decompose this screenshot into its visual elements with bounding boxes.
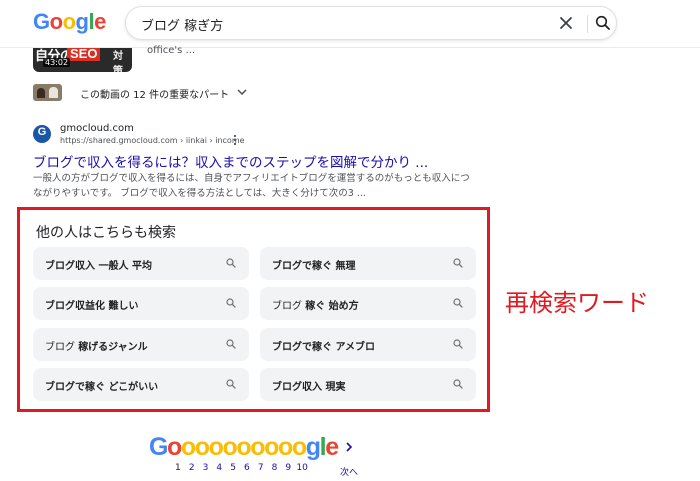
search-icon (226, 298, 236, 308)
related-search-chip[interactable]: ブログ収入 現実 (260, 368, 476, 401)
search-input[interactable]: ブログ 稼ぎ方 (141, 15, 223, 34)
page-link[interactable]: 4 (212, 463, 226, 473)
page-link[interactable]: 6 (240, 463, 254, 473)
pagination-pages: 1 2 3 4 5 6 7 8 9 10 (171, 463, 309, 473)
related-search-label: ブログ 稼げるジャンル (45, 342, 148, 353)
related-search-chip[interactable]: ブログで稼ぐ 無理 (260, 247, 476, 280)
search-icon (226, 379, 236, 389)
logo-letter: o (49, 9, 63, 34)
video-duration: 43:02 (43, 58, 71, 67)
google-logo[interactable]: Google (33, 9, 106, 35)
related-search-chip[interactable]: ブログ収入 一般人 平均 (33, 247, 249, 280)
logo-letter: g (75, 9, 89, 34)
page-link[interactable]: 3 (199, 463, 213, 473)
key-moment-thumbnail (33, 84, 62, 101)
logo-letter: e (94, 9, 106, 34)
logo-letter: o (62, 9, 76, 34)
search-icon (226, 258, 236, 268)
pager-logo-letter: e (325, 433, 339, 461)
related-search-chip[interactable]: ブログ収益化 難しい (33, 287, 249, 320)
result-title-link[interactable]: ブログで収入を得るには？収入までのステップを図解で分かり ... (33, 151, 428, 171)
pager-logo-letter: o (250, 433, 265, 461)
related-search-label: ブログで稼ぐ どこがいい (45, 382, 159, 393)
header: Google ブログ 稼ぎ方 (0, 0, 700, 48)
video-thumbnail[interactable]: 自分の SEO 対策 43:02 (33, 48, 132, 72)
site-name: gmocloud.com (60, 123, 134, 134)
chevron-right-icon[interactable] (344, 440, 354, 454)
pager-logo-letter: o (180, 433, 196, 461)
page-link[interactable]: 7 (254, 463, 268, 473)
pager-logo-letter: o (194, 433, 210, 461)
search-box[interactable]: ブログ 稼ぎ方 (125, 6, 617, 40)
related-search-label: ブログで稼ぐ アメブロ (272, 342, 375, 353)
key-moments-label: この動画の 12 件の重要なパート (80, 90, 230, 101)
search-icon (453, 258, 463, 268)
search-icon (453, 298, 463, 308)
pager-logo-letter: o (167, 433, 182, 461)
related-searches-heading: 他の人はこちらも検索 (36, 225, 176, 241)
search-icon[interactable] (593, 13, 613, 33)
next-page-link[interactable]: 次へ (340, 465, 358, 478)
chevron-down-icon[interactable] (236, 86, 248, 98)
related-search-chip[interactable]: ブログで稼ぐ アメブロ (260, 328, 476, 361)
pager-logo-letter: G (149, 433, 168, 461)
pager-logo-letter: o (236, 433, 251, 461)
page-link[interactable]: 2 (185, 463, 199, 473)
pager-logo-letter: o (208, 433, 224, 461)
related-search-label: ブログ収入 一般人 平均 (45, 261, 152, 272)
more-options-icon[interactable] (232, 134, 238, 146)
related-search-label: ブログ収益化 難しい (45, 301, 139, 312)
pager-logo-letter: o (291, 433, 307, 461)
page-link[interactable]: 5 (226, 463, 240, 473)
pagination-logo: Goooooooooogle (149, 433, 339, 462)
related-search-chip[interactable]: ブログ 稼げるジャンル (33, 328, 249, 361)
close-icon[interactable] (556, 13, 576, 33)
related-search-label: ブログ 稼ぐ 始め方 (272, 301, 359, 312)
related-search-label: ブログで稼ぐ 無理 (272, 261, 356, 272)
search-divider (587, 15, 588, 33)
page-link[interactable]: 8 (268, 463, 282, 473)
thumbnail-sub-text: 対策 (113, 51, 123, 72)
current-page: 1 (175, 463, 181, 473)
pager-logo-letter: g (305, 433, 321, 461)
related-search-chip[interactable]: ブログで稼ぐ どこがいい (33, 368, 249, 401)
video-channel: office's ... (147, 45, 196, 56)
pager-logo-letter: o (222, 433, 238, 461)
page-link[interactable]: 9 (281, 463, 295, 473)
related-searches-highlight: 他の人はこちらも検索 ブログ収入 一般人 平均 ブログで稼ぐ 無理ブログ収益化 難… (17, 207, 490, 412)
search-icon (453, 339, 463, 349)
search-icon (226, 339, 236, 349)
logo-letter: G (33, 9, 50, 34)
page-link[interactable]: 10 (295, 463, 309, 473)
search-icon (453, 379, 463, 389)
result-snippet: 一般人の方がブログで収入を得るには、自身でアフィリエイトブログを運営するのがもっ… (33, 173, 470, 199)
pager-logo-letter: o (264, 433, 279, 461)
pager-logo-letter: o (278, 433, 293, 461)
related-search-label: ブログ収入 現実 (272, 382, 346, 393)
thumbnail-seo-badge: SEO (67, 48, 101, 61)
related-search-chip[interactable]: ブログ 稼ぐ 始め方 (260, 287, 476, 320)
annotation-label: 再検索ワード (505, 289, 649, 317)
site-favicon: G (33, 125, 51, 143)
site-url: https://shared.gmocloud.com › iinkai › i… (60, 136, 245, 145)
